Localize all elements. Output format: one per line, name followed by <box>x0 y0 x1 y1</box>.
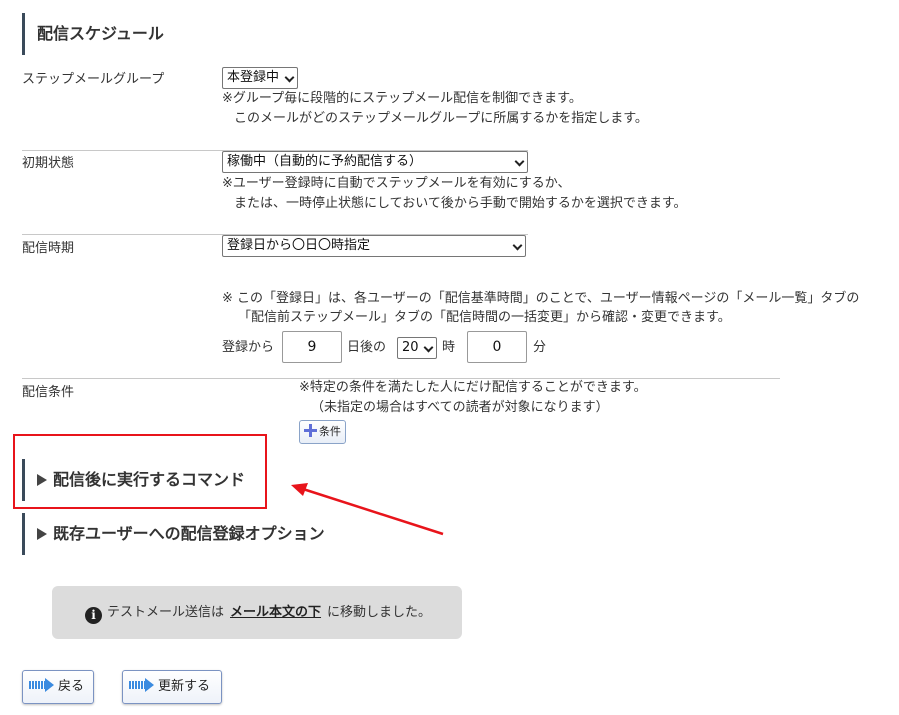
minute-label: 分 <box>533 340 547 355</box>
chevron-down-icon <box>284 72 295 83</box>
section-header-schedule: 配信スケジュール <box>22 13 164 55</box>
back-button-label: 戻る <box>58 679 85 694</box>
info-text-before: テストメール送信は <box>107 605 225 620</box>
chevron-down-icon <box>512 240 523 251</box>
days-input[interactable]: 9 <box>282 331 342 363</box>
step-group-select[interactable]: 本登録中 <box>222 67 298 89</box>
condition-note-2: （未指定の場合はすべての読者が対象になります） <box>311 400 609 415</box>
hour-label: 時 <box>442 340 456 355</box>
update-button[interactable]: 更新する <box>122 670 222 704</box>
timing-select[interactable]: 登録日から〇日〇時指定 <box>222 235 526 257</box>
timing-from-label: 登録から <box>222 340 275 355</box>
timing-note-2: 「配信前ステップメール」タブの「配信時間の一括変更」から確認・変更できます。 <box>238 310 731 325</box>
arrow-right-icon <box>129 678 155 692</box>
initial-state-label: 初期状態 <box>22 156 75 171</box>
chevron-down-icon <box>514 156 525 167</box>
timing-note-1: ※ この「登録日」は、各ユーザーの「配信基準時間」のことで、ユーザー情報ページの… <box>222 291 860 306</box>
timing-label: 配信時期 <box>22 241 75 256</box>
chevron-down-icon <box>423 342 434 353</box>
initial-state-note-1: ※ユーザー登録時に自動でステップメールを有効にするか、 <box>222 176 571 191</box>
info-text-after: に移動しました。 <box>327 605 432 620</box>
step-group-label: ステップメールグループ <box>22 72 165 87</box>
section-title-schedule: 配信スケジュール <box>37 24 164 43</box>
test-mail-info-box: i テストメール送信は メール本文の下 に移動しました。 <box>52 586 462 639</box>
condition-note-1: ※特定の条件を満たした人にだけ配信することができます。 <box>299 380 647 395</box>
initial-state-select-value: 稼働中（自動的に予約配信する） <box>227 154 423 169</box>
info-icon: i <box>85 607 102 624</box>
initial-state-select[interactable]: 稼働中（自動的に予約配信する） <box>222 151 528 173</box>
back-button[interactable]: 戻る <box>22 670 94 704</box>
minute-input[interactable]: 0 <box>467 331 527 363</box>
hour-select[interactable]: 20 <box>397 337 437 359</box>
triangle-right-icon <box>37 528 47 540</box>
initial-state-note-2: または、一時停止状態にしておいて後から手動で開始するかを選択できます。 <box>234 196 687 211</box>
plus-icon <box>304 424 317 437</box>
mail-body-link[interactable]: メール本文の下 <box>230 605 321 620</box>
step-group-note-2: このメールがどのステップメールグループに所属するかを指定します。 <box>234 111 648 126</box>
hour-select-value: 20 <box>402 340 419 355</box>
add-condition-label: 条件 <box>319 425 341 438</box>
condition-label: 配信条件 <box>22 385 75 400</box>
update-button-label: 更新する <box>158 679 211 694</box>
section-existing-users-title: 既存ユーザーへの配信登録オプション <box>53 524 325 543</box>
highlight-box <box>13 434 267 509</box>
add-condition-button[interactable]: 条件 <box>299 420 346 444</box>
arrow-right-icon <box>29 678 55 692</box>
timing-select-value: 登録日から〇日〇時指定 <box>227 238 371 253</box>
section-existing-users[interactable]: 既存ユーザーへの配信登録オプション <box>22 513 325 555</box>
step-group-select-value: 本登録中 <box>227 70 280 85</box>
step-group-note-1: ※グループ毎に段階的にステップメール配信を制御できます。 <box>222 91 582 106</box>
days-after-label: 日後の <box>347 340 387 355</box>
